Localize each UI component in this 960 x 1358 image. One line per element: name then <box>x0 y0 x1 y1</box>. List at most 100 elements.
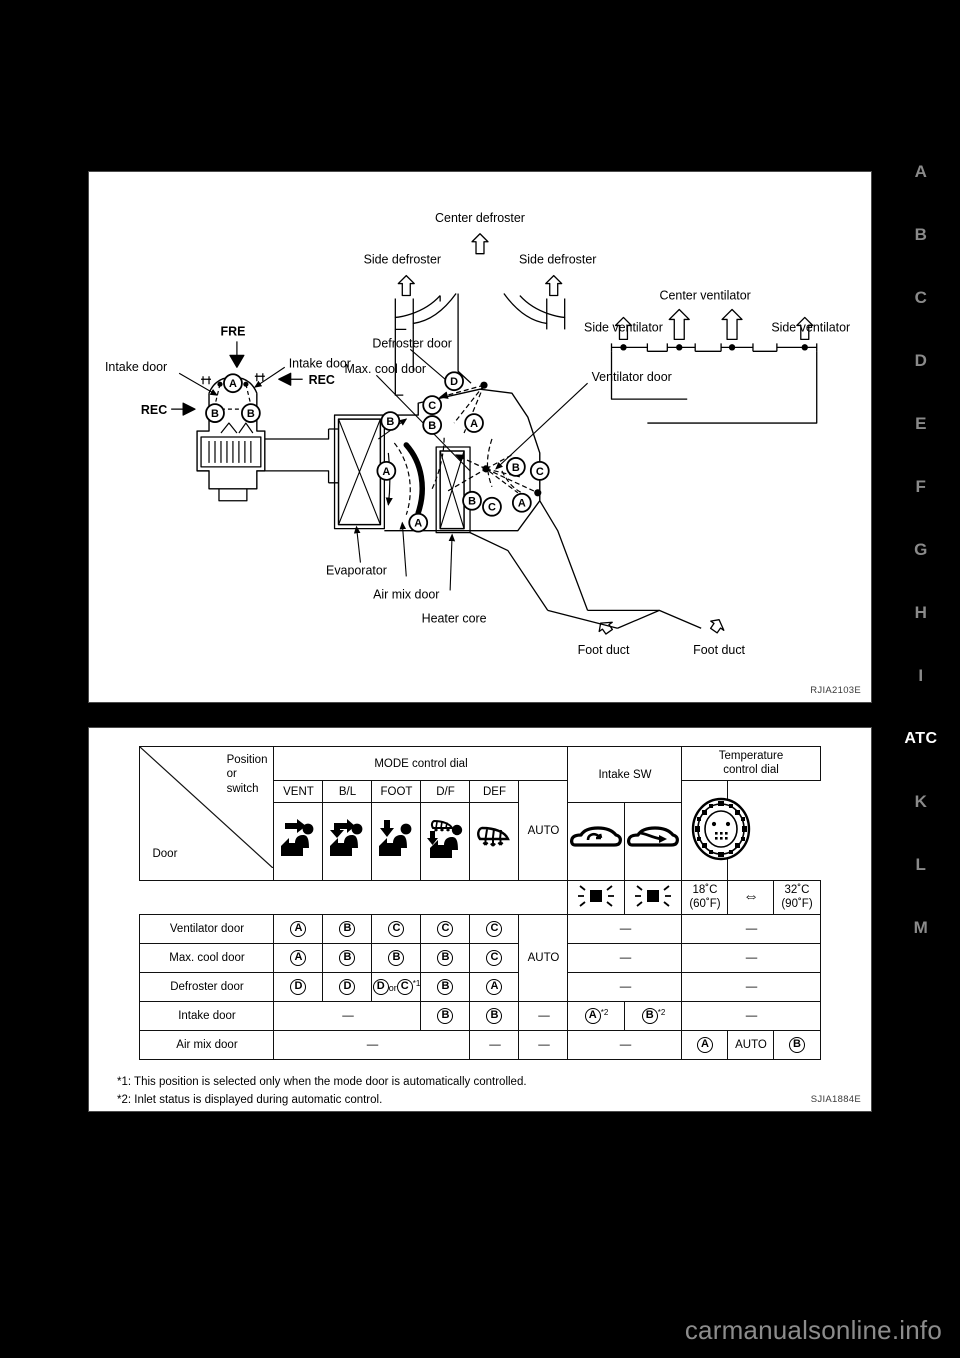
label-fre: FRE <box>220 324 245 338</box>
position-marker-intake-b2: B <box>241 403 261 423</box>
mode-icon-df-cell <box>420 802 471 881</box>
footnote-1: *1: This position is selected only when … <box>117 1076 527 1088</box>
label-center-ventilator: Center ventilator <box>660 289 751 303</box>
side-index-tabs: A B C D E F G H I ATC K L M <box>890 140 952 959</box>
cell-intake-df: B <box>420 1001 471 1031</box>
car-recirculate-icon <box>570 826 623 847</box>
cell-defroster-def: A <box>469 972 520 1002</box>
cell-airmix-intake: — <box>567 1030 683 1060</box>
cell-maxcool-temp: — <box>681 943 821 973</box>
temperature-dial-icon <box>692 797 751 861</box>
car-fresh-air-icon <box>627 826 680 847</box>
row-label-defroster-door: Defroster door <box>139 972 275 1002</box>
svg-text:A: A <box>382 466 390 478</box>
header-temperature-control-dial: Temperature control dial <box>681 746 821 781</box>
cell-intake-temp: — <box>681 1001 821 1031</box>
row-label-max-cool-door: Max. cool door <box>139 943 275 973</box>
cell-airmix-cold: A <box>681 1030 729 1060</box>
cell-maxcool-intake: — <box>567 943 683 973</box>
vent-icon <box>281 819 314 856</box>
svg-text:B: B <box>512 462 520 474</box>
row-label-air-mix-door: Air mix door <box>139 1030 275 1060</box>
label-foot-duct-left: Foot duct <box>578 643 630 657</box>
position-marker-lower-c: C <box>482 496 502 517</box>
cell-ventilator-def: C <box>469 914 520 944</box>
cell-defroster-intake: — <box>567 972 683 1002</box>
cell-defroster-temp: — <box>681 972 821 1002</box>
cell-auto-span: AUTO <box>518 914 569 1002</box>
index-tab-d[interactable]: D <box>890 329 952 392</box>
indicator-lamp-icon <box>635 885 672 907</box>
index-tab-f[interactable]: F <box>890 455 952 518</box>
cell-intake-fresh: B *2 <box>624 1001 683 1031</box>
svg-text:C: C <box>488 502 496 514</box>
mode-icon-bl-cell <box>322 802 373 881</box>
label-foot-duct-right: Foot duct <box>693 643 745 657</box>
bilevel-icon <box>330 819 363 856</box>
index-tab-i[interactable]: I <box>890 644 952 707</box>
door-position-table: Position or switch Door MODE control dia… <box>139 746 821 1060</box>
cell-airmix-auto-temp: AUTO <box>727 1030 775 1060</box>
svg-text:B: B <box>386 416 394 428</box>
svg-text:B: B <box>247 408 255 420</box>
label-side-ventilator-right: Side ventilator <box>771 320 850 334</box>
table-row: Defroster door D D Dor C *1 B A — — <box>139 972 821 1002</box>
index-tab-b[interactable]: B <box>890 203 952 266</box>
row-label-ventilator-door: Ventilator door <box>139 914 275 944</box>
footnote-2: *2: Inlet status is displayed during aut… <box>117 1093 383 1106</box>
index-tab-h[interactable]: H <box>890 581 952 644</box>
cell-airmix-hot: B <box>773 1030 821 1060</box>
index-tab-e[interactable]: E <box>890 392 952 455</box>
svg-text:C: C <box>428 400 436 412</box>
svg-text:A: A <box>229 378 237 390</box>
index-tab-l[interactable]: L <box>890 833 952 896</box>
position-marker-lower-a: A <box>511 492 532 513</box>
position-marker-lower-b: B <box>462 490 482 511</box>
row-label-intake-door: Intake door <box>139 1001 275 1031</box>
cell-maxcool-def: C <box>469 943 520 973</box>
position-marker-defroster-c: C <box>422 395 443 415</box>
label-heater-core: Heater core <box>422 611 487 625</box>
svg-text:B: B <box>211 408 219 420</box>
index-tab-atc[interactable]: ATC <box>890 707 952 770</box>
index-tab-k[interactable]: K <box>890 770 952 833</box>
cell-defroster-vent: D <box>273 972 324 1002</box>
cell-ventilator-vent: A <box>273 914 324 944</box>
mode-icon-vent-cell <box>273 802 324 881</box>
cell-ventilator-intake: — <box>567 914 683 944</box>
cell-airmix-vent-bl-foot: — <box>273 1030 471 1060</box>
table-corner-cell: Position or switch Door <box>139 746 275 881</box>
index-tab-g[interactable]: G <box>890 518 952 581</box>
position-marker-maxcool-a: A <box>376 461 397 481</box>
label-side-defroster-right: Side defroster <box>519 253 596 267</box>
corner-position-label: Position or switch <box>226 754 268 795</box>
cell-maxcool-bl: B <box>322 943 373 973</box>
intake-lamp-fresh-cell <box>624 880 683 915</box>
label-intake-door-left: Intake door <box>105 360 167 374</box>
cell-defroster-bl: D <box>322 972 373 1002</box>
label-rec-right: REC <box>309 373 335 387</box>
figure-id-table: SJIA1884E <box>810 1094 861 1105</box>
cell-ventilator-bl: B <box>322 914 373 944</box>
svg-text:D: D <box>450 376 458 388</box>
intake-lamp-rec-cell <box>567 880 626 915</box>
position-marker-intake-a: A <box>223 373 243 394</box>
cell-intake-auto: — <box>518 1001 569 1031</box>
spacer-left <box>140 881 274 915</box>
label-max-cool-door: Max. cool door <box>345 362 427 376</box>
index-tab-c[interactable]: C <box>890 266 952 329</box>
position-marker-intake-b1: B <box>205 403 225 423</box>
cell-airmix-def: — <box>469 1030 520 1060</box>
header-mode-foot: FOOT <box>371 780 422 803</box>
index-tab-a[interactable]: A <box>890 140 952 203</box>
index-tab-m[interactable]: M <box>890 896 952 959</box>
cell-airmix-auto: — <box>518 1030 569 1060</box>
position-marker-center-a: A <box>464 413 484 433</box>
cell-ventilator-foot: C <box>371 914 422 944</box>
label-rec-left: REC <box>141 403 167 417</box>
cell-ventilator-df: C <box>420 914 471 944</box>
intake-icon-rec-cell <box>567 802 626 881</box>
cell-maxcool-foot: B <box>371 943 422 973</box>
foot-icon <box>379 820 412 856</box>
cell-intake-vent-bl-foot: — <box>273 1001 422 1031</box>
